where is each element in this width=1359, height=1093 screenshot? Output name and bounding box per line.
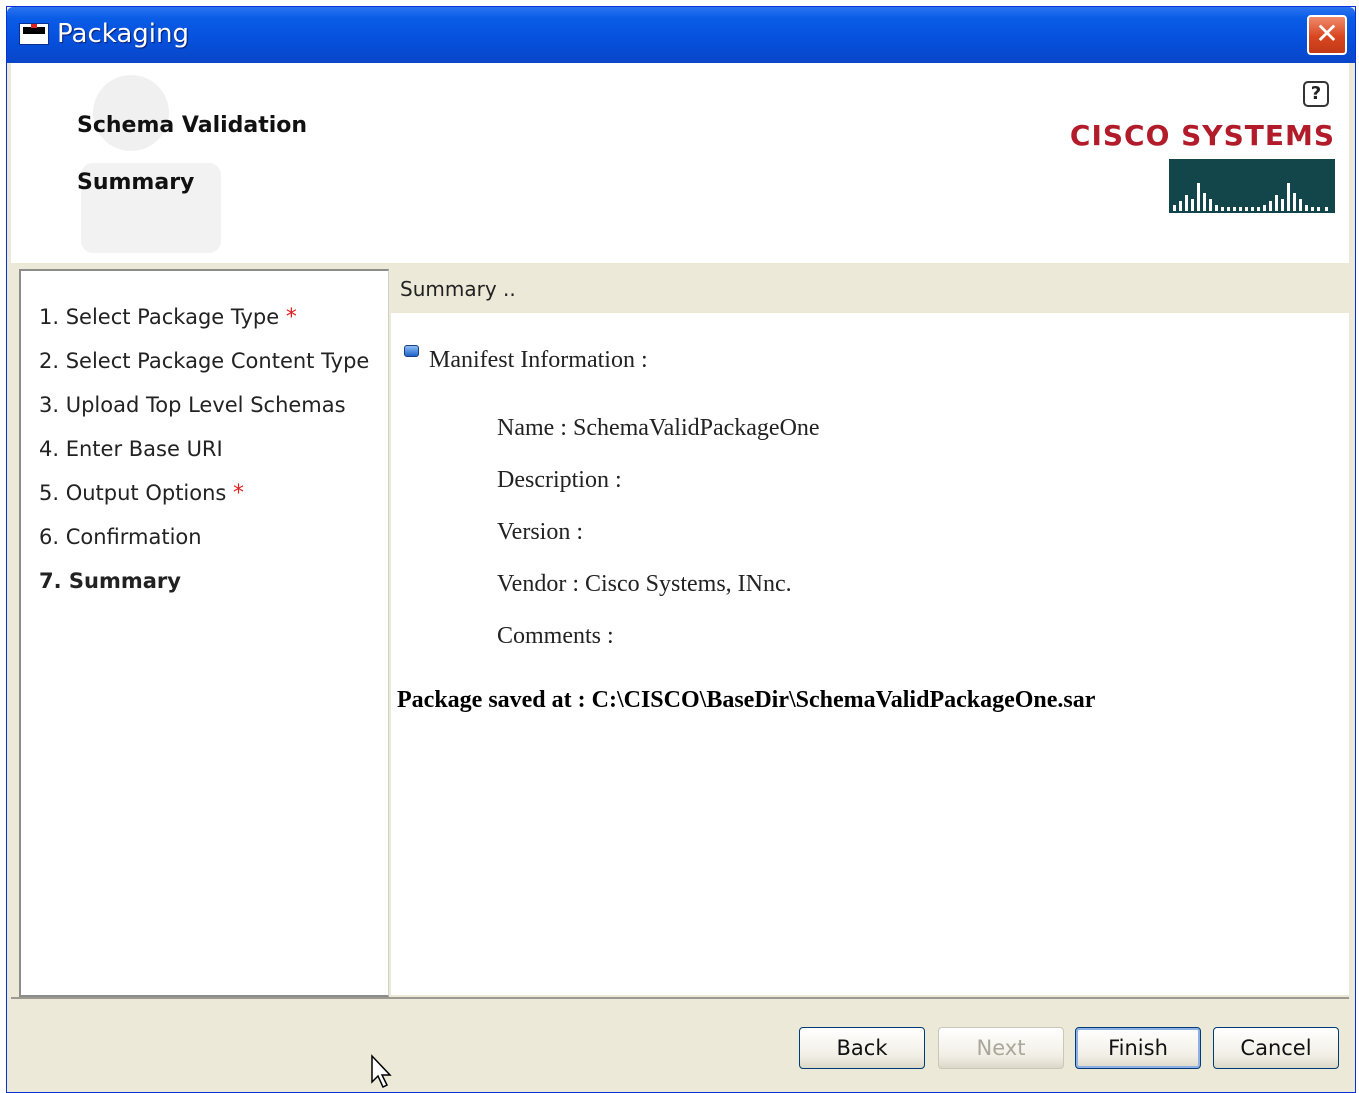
step-confirmation: 6. Confirmation bbox=[39, 525, 202, 549]
back-button[interactable]: Back bbox=[799, 1027, 925, 1069]
help-icon[interactable]: ? bbox=[1303, 81, 1329, 107]
header-step-schema-validation: Schema Validation bbox=[77, 113, 308, 138]
wizard-steps-panel: 1. Select Package Type * 2. Select Packa… bbox=[19, 269, 389, 997]
step-enter-base-uri: 4. Enter Base URI bbox=[39, 437, 223, 461]
required-marker: * bbox=[285, 305, 297, 330]
cisco-brand-text: CISCO SYSTEMS bbox=[1069, 119, 1335, 152]
manifest-name: Name : SchemaValidPackageOne bbox=[497, 415, 820, 441]
step-summary-current: 7. Summary bbox=[39, 569, 181, 593]
wizard-footer: Back Next Finish Cancel bbox=[11, 997, 1349, 1090]
close-button[interactable]: ✕ bbox=[1307, 15, 1347, 55]
manifest-version: Version : bbox=[497, 519, 583, 545]
summary-panel: Summary .. Manifest Information : Name :… bbox=[391, 263, 1349, 995]
manifest-information-title: Manifest Information : bbox=[429, 347, 648, 373]
app-icon bbox=[19, 23, 49, 45]
header-step-summary: Summary bbox=[77, 170, 195, 195]
finish-button[interactable]: Finish bbox=[1075, 1027, 1201, 1069]
cancel-button[interactable]: Cancel bbox=[1213, 1027, 1339, 1069]
cisco-logo bbox=[1169, 159, 1335, 213]
watermark-graphic bbox=[81, 75, 221, 253]
window-title: Packaging bbox=[57, 19, 189, 49]
manifest-vendor: Vendor : Cisco Systems, INnc. bbox=[497, 571, 792, 597]
manifest-comments: Comments : bbox=[497, 623, 614, 649]
step-upload-top-level-schemas: 3. Upload Top Level Schemas bbox=[39, 393, 346, 417]
packaging-window: Packaging ✕ Schema Validation Summary ? … bbox=[6, 6, 1356, 1093]
title-bar[interactable]: Packaging ✕ bbox=[7, 7, 1355, 63]
step-select-package-content-type: 2. Select Package Content Type bbox=[39, 349, 370, 373]
bullet-icon bbox=[404, 345, 419, 357]
required-marker: * bbox=[233, 481, 245, 506]
summary-heading: Summary .. bbox=[400, 277, 516, 301]
mouse-pointer-icon bbox=[371, 1054, 392, 1089]
wizard-header: Schema Validation Summary ? CISCO SYSTEM… bbox=[11, 63, 1349, 263]
package-saved-message: Package saved at : C:\CISCO\BaseDir\Sche… bbox=[397, 687, 1096, 713]
step-output-options: 5. Output Options * bbox=[39, 481, 245, 506]
summary-header-bar: Summary .. bbox=[391, 263, 1349, 313]
step-select-package-type: 1. Select Package Type * bbox=[39, 305, 297, 330]
manifest-description: Description : bbox=[497, 467, 622, 493]
next-button[interactable]: Next bbox=[938, 1027, 1064, 1069]
